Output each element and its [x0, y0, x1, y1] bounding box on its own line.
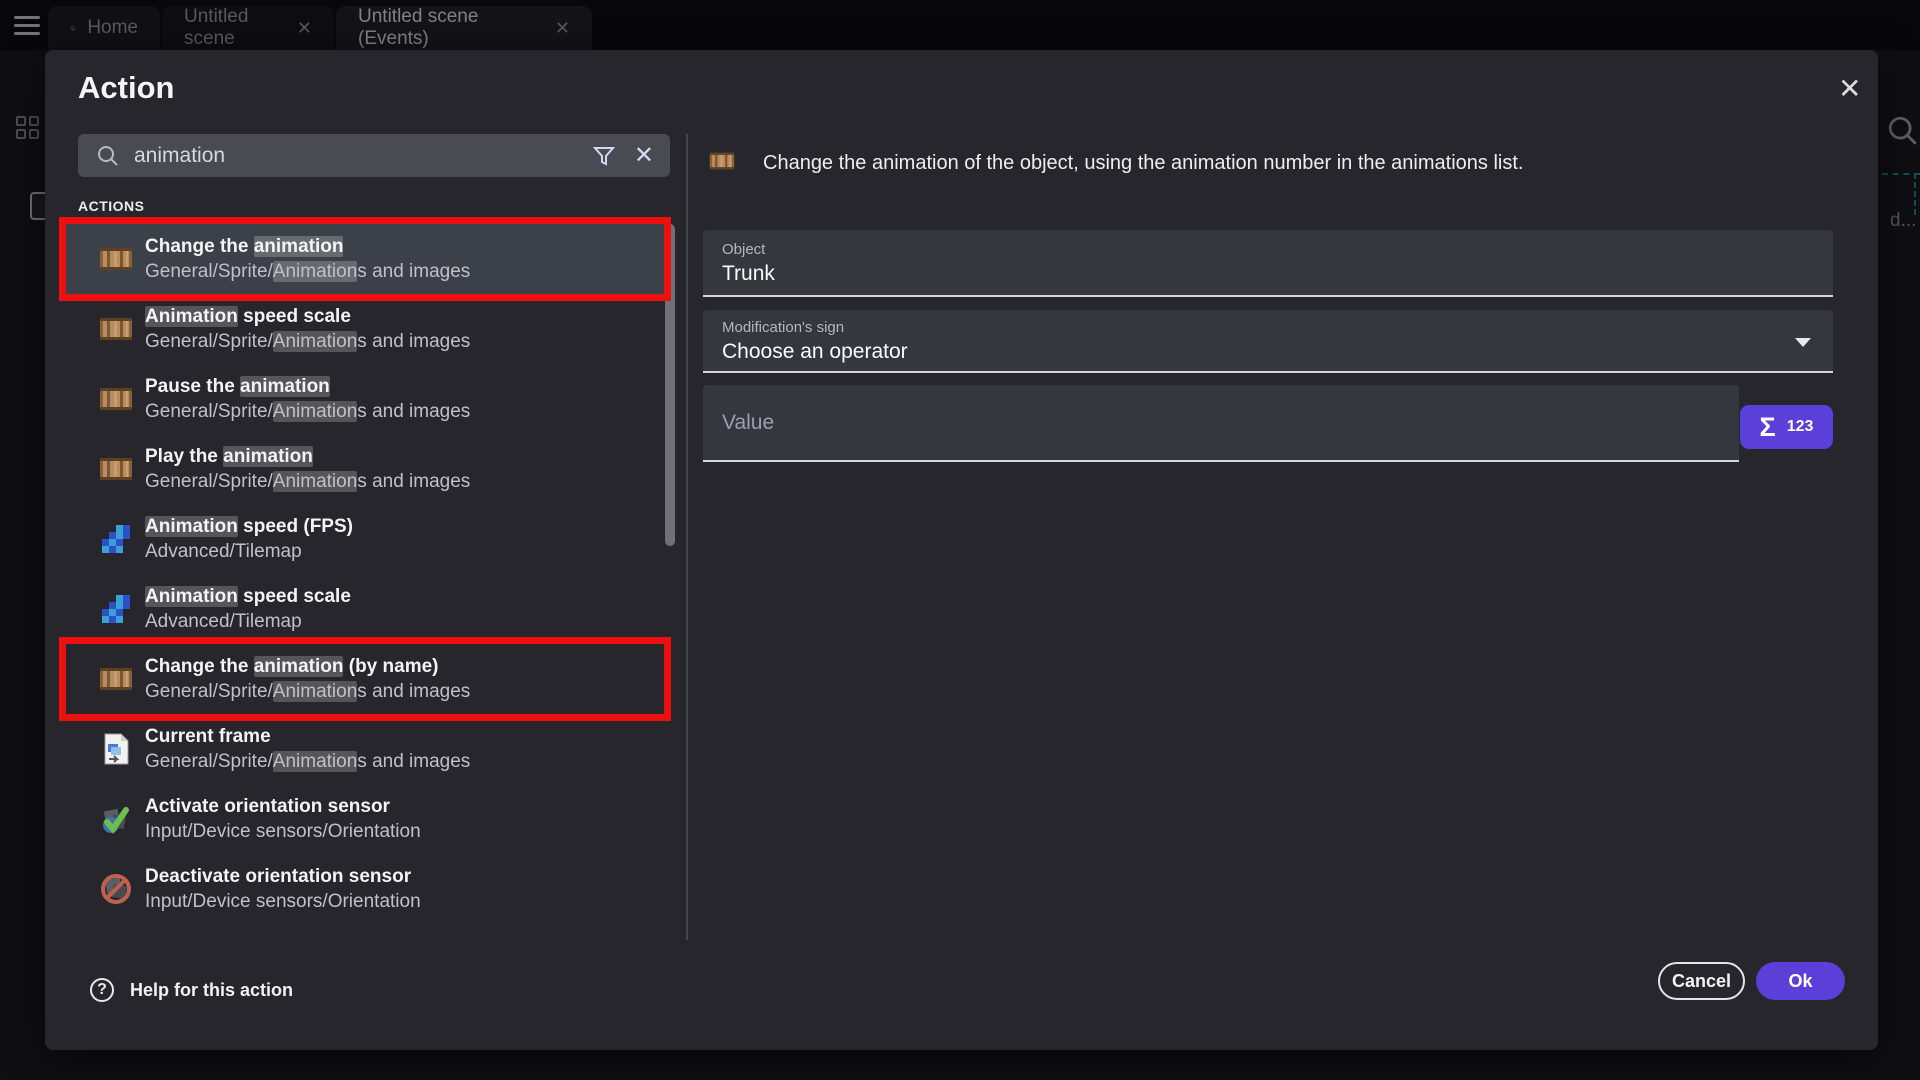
action-path: General/Sprite/Animations and images: [145, 749, 470, 774]
action-title: Animation speed (FPS): [145, 514, 353, 539]
action-path: General/Sprite/Animations and images: [145, 329, 470, 354]
field-label: Modification's sign: [722, 319, 844, 336]
field-value: Choose an operator: [722, 340, 908, 364]
actions-section-header: ACTIONS: [78, 198, 145, 214]
panel-divider: [686, 134, 688, 940]
action-list: Change the animationGeneral/Sprite/Anima…: [66, 224, 664, 924]
film-reel-icon: [98, 451, 134, 487]
numbers-icon: 123: [1787, 418, 1814, 436]
clear-search-icon[interactable]: ✕: [634, 141, 654, 170]
dialog-title: Action: [78, 70, 174, 106]
close-icon[interactable]: ✕: [1838, 72, 1861, 105]
action-title: Change the animation: [145, 234, 470, 259]
field-value: Trunk: [722, 262, 775, 286]
action-list-item[interactable]: Animation speed scaleGeneral/Sprite/Anim…: [66, 294, 664, 364]
film-reel-icon: [98, 661, 134, 697]
action-path: General/Sprite/Animations and images: [145, 469, 470, 494]
sigma-icon: Σ: [1760, 414, 1776, 441]
action-path: General/Sprite/Animations and images: [145, 679, 470, 704]
action-list-item[interactable]: Current frameGeneral/Sprite/Animations a…: [66, 714, 664, 784]
search-input[interactable]: [134, 144, 592, 168]
action-path: General/Sprite/Animations and images: [145, 399, 470, 424]
action-title: Activate orientation sensor: [145, 794, 421, 819]
current-frame-icon: [98, 731, 134, 767]
action-list-item[interactable]: Animation speed scaleAdvanced/Tilemap: [66, 574, 664, 644]
expression-builder-button[interactable]: Σ 123: [1740, 405, 1833, 449]
action-list-item[interactable]: Change the animation (by name)General/Sp…: [66, 644, 664, 714]
action-title: Animation speed scale: [145, 304, 470, 329]
film-reel-icon: [98, 241, 134, 277]
orientation-on-icon: [98, 801, 134, 837]
scrollbar-thumb[interactable]: [665, 224, 675, 546]
action-description-row: Change the animation of the object, usin…: [709, 146, 1523, 181]
action-title: Deactivate orientation sensor: [145, 864, 421, 889]
search-icon: [96, 144, 120, 168]
tilemap-icon: [98, 521, 134, 557]
action-title: Play the animation: [145, 444, 470, 469]
film-reel-icon: [709, 146, 735, 181]
action-path: Input/Device sensors/Orientation: [145, 819, 421, 844]
action-path: Input/Device sensors/Orientation: [145, 889, 421, 914]
action-path: General/Sprite/Animations and images: [145, 259, 470, 284]
scrollbar-track: [665, 224, 675, 924]
action-list-item[interactable]: Pause the animationGeneral/Sprite/Animat…: [66, 364, 664, 434]
action-list-item[interactable]: Animation speed (FPS)Advanced/Tilemap: [66, 504, 664, 574]
tilemap-icon: [98, 591, 134, 627]
value-input[interactable]: [722, 385, 1702, 460]
action-description: Change the animation of the object, usin…: [763, 146, 1523, 175]
field-label: Object: [722, 241, 765, 258]
action-list-item[interactable]: Play the animationGeneral/Sprite/Animati…: [66, 434, 664, 504]
ok-button[interactable]: Ok: [1756, 962, 1845, 1000]
orientation-off-icon: [98, 871, 134, 907]
help-question-icon: ?: [90, 978, 114, 1002]
cancel-button[interactable]: Cancel: [1658, 962, 1745, 1000]
chevron-down-icon: [1795, 338, 1811, 347]
action-list-item[interactable]: Activate orientation sensorInput/Device …: [66, 784, 664, 854]
help-link[interactable]: ? Help for this action: [90, 978, 293, 1002]
help-label: Help for this action: [130, 980, 293, 1001]
action-title: Current frame: [145, 724, 470, 749]
action-path: Advanced/Tilemap: [145, 539, 353, 564]
film-reel-icon: [98, 311, 134, 347]
action-title: Animation speed scale: [145, 584, 351, 609]
action-list-item[interactable]: Change the animationGeneral/Sprite/Anima…: [66, 224, 664, 294]
action-path: Advanced/Tilemap: [145, 609, 351, 634]
action-title: Pause the animation: [145, 374, 470, 399]
search-bar: ✕: [78, 134, 670, 177]
modification-sign-field[interactable]: Modification's sign Choose an operator: [703, 310, 1833, 373]
action-list-item[interactable]: Deactivate orientation sensorInput/Devic…: [66, 854, 664, 924]
film-reel-icon: [98, 381, 134, 417]
object-field[interactable]: Object Trunk: [703, 230, 1833, 297]
value-field[interactable]: [703, 385, 1739, 462]
action-title: Change the animation (by name): [145, 654, 470, 679]
action-dialog: Action ✕ ✕ ACTIONS Change the animationG…: [45, 50, 1878, 1050]
filter-funnel-icon[interactable]: [592, 144, 616, 168]
